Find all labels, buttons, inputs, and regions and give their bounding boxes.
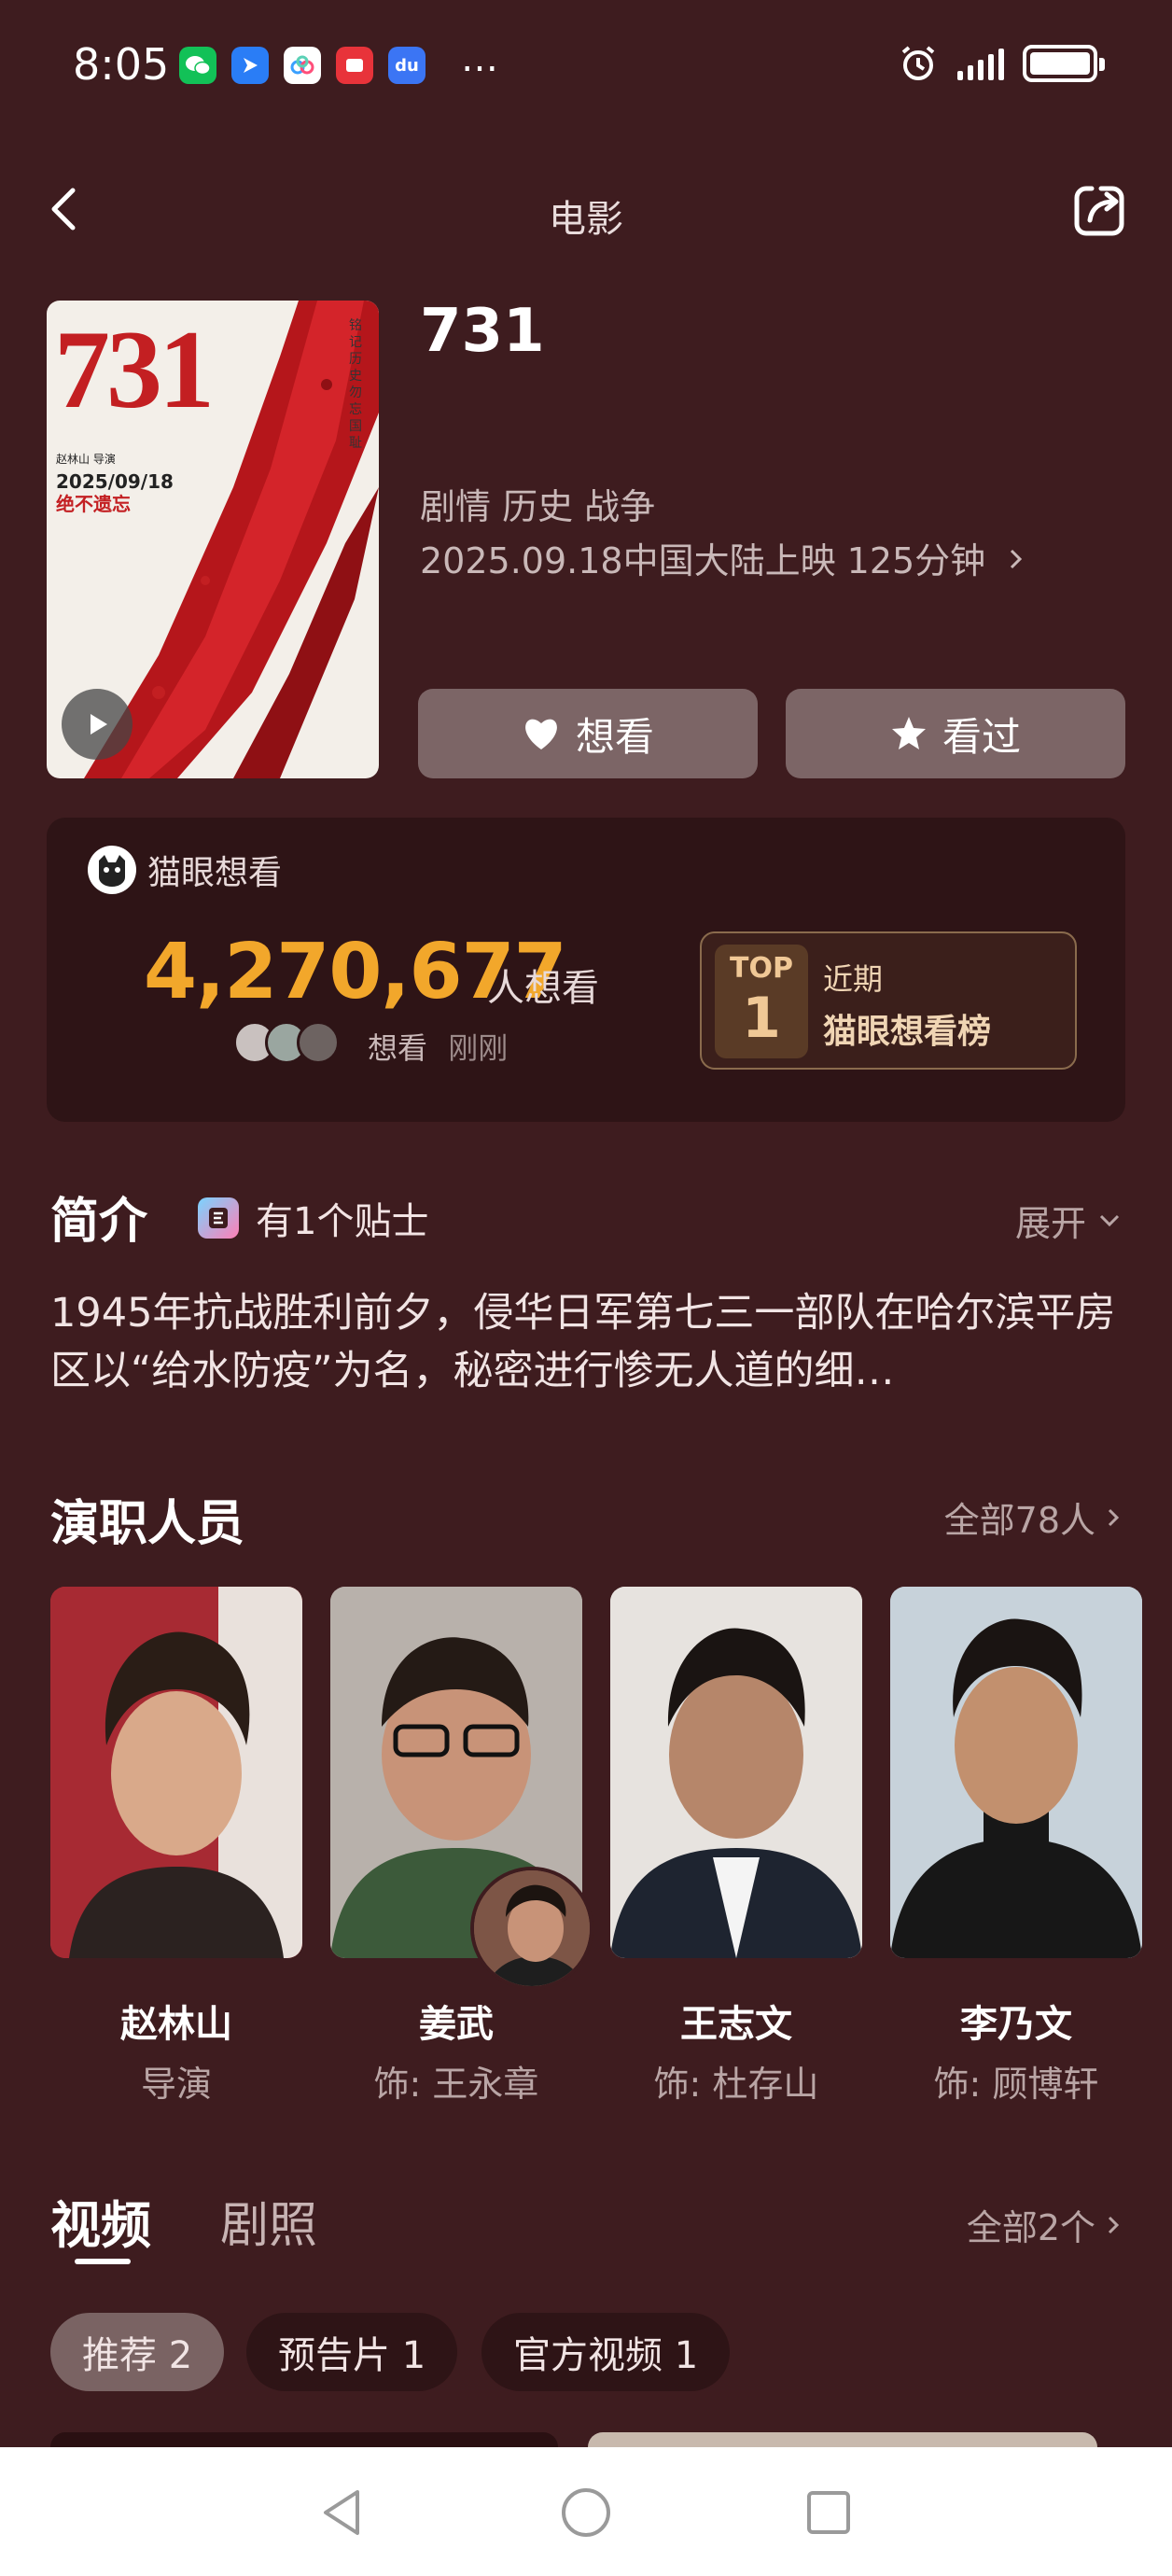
rank-number: 1 bbox=[742, 986, 781, 1051]
play-icon bbox=[91, 714, 107, 735]
share-icon bbox=[1074, 186, 1124, 236]
cast-photo bbox=[610, 1587, 862, 1958]
movie-poster[interactable]: 731 赵林山 导演 2025/09/18 绝不遗忘 铭记历史 勿忘国耻 bbox=[47, 301, 379, 778]
rank-badge-box[interactable]: TOP 1 近期 猫眼想看榜 bbox=[700, 931, 1077, 1070]
chevron-right-icon bbox=[1108, 2216, 1120, 2233]
videos-all-link[interactable]: 全部2个 bbox=[967, 2199, 1123, 2250]
battery-icon bbox=[1023, 45, 1105, 82]
tab-active-indicator bbox=[75, 2259, 131, 2264]
cast-role: 饰: 王永章 bbox=[373, 2064, 539, 2105]
expand-label: 展开 bbox=[1014, 1203, 1086, 1244]
rank-period: 近期 bbox=[823, 961, 884, 997]
heart-icon bbox=[525, 719, 557, 749]
synopsis-title: 简介 bbox=[50, 1194, 148, 1250]
want-to-watch-card: 猫眼想看 4,270,677 人想看 想看 刚刚 TOP 1 近期 猫眼想看榜 bbox=[47, 818, 1125, 1122]
chip-official-video[interactable]: 官方视频 1 bbox=[481, 2313, 731, 2391]
synopsis-text: 1945年抗战胜利前夕，侵华日军第七三一部队在哈尔滨平房区以“给水防疫”为名，秘… bbox=[50, 1290, 1116, 1394]
status-right-icons bbox=[898, 43, 1105, 84]
videos-all-label: 全部2个 bbox=[966, 2207, 1095, 2248]
nav-home-button[interactable] bbox=[549, 2475, 623, 2550]
cast-photo bbox=[50, 1587, 302, 1958]
cast-all-label: 全部78人 bbox=[943, 1500, 1095, 1541]
release-text: 2025.09.18中国大陆上映 125分钟 bbox=[420, 540, 986, 581]
top-nav-bar: 电影 bbox=[0, 168, 1172, 252]
nav-recents-button[interactable] bbox=[791, 2475, 866, 2550]
alarm-icon bbox=[901, 46, 935, 80]
cast-role: 导演 bbox=[140, 2064, 212, 2105]
character-avatar bbox=[470, 1867, 593, 1990]
status-time: 8:05 bbox=[73, 39, 170, 90]
recent-user-avatars bbox=[233, 1021, 340, 1064]
rank-top-label: TOP bbox=[730, 952, 793, 985]
cast-card[interactable]: 王志文 饰: 杜存山 bbox=[610, 1587, 862, 2107]
square-recents-icon bbox=[807, 2491, 850, 2534]
cast-card[interactable]: 姜武 饰: 王永章 bbox=[330, 1587, 582, 2107]
cast-photo bbox=[890, 1587, 1142, 1958]
baidu-icon: du bbox=[388, 47, 426, 84]
share-button[interactable] bbox=[1069, 181, 1129, 241]
system-nav-bar bbox=[0, 2447, 1172, 2576]
status-bar: 8:05 du … bbox=[0, 0, 1172, 131]
chip-recommended[interactable]: 推荐 2 bbox=[50, 2313, 225, 2391]
chevron-down-icon bbox=[1099, 1214, 1120, 1226]
poster-date-block: 赵林山 导演 2025/09/18 绝不遗忘 bbox=[56, 448, 174, 515]
tips-icon bbox=[198, 1197, 239, 1239]
tips-label: 有1个贴士 bbox=[256, 1200, 429, 1243]
poster-date: 2025/09/18 bbox=[56, 470, 174, 493]
watched-button-label: 看过 bbox=[942, 713, 1021, 760]
avatar bbox=[297, 1021, 340, 1064]
poster-director: 赵林山 导演 bbox=[56, 453, 116, 466]
want-source-label: 猫眼想看 bbox=[147, 854, 283, 892]
cast-card[interactable]: 赵林山 导演 bbox=[50, 1587, 302, 2107]
status-more-icon: … bbox=[461, 37, 498, 80]
circle-home-icon bbox=[562, 2488, 610, 2537]
status-app-icons: du bbox=[179, 47, 426, 84]
triangle-back-icon bbox=[324, 2490, 359, 2535]
baidu-netdisk-icon bbox=[284, 47, 321, 84]
cast-name: 姜武 bbox=[419, 2003, 494, 2046]
watched-button[interactable]: 看过 bbox=[786, 689, 1125, 778]
page-title: 电影 bbox=[549, 198, 623, 241]
red-app-icon bbox=[336, 47, 373, 84]
rank-list-name: 猫眼想看榜 bbox=[823, 1013, 992, 1051]
cast-card[interactable]: 李乃文 饰: 顾博轩 bbox=[890, 1587, 1142, 2107]
want-meta-time: 刚刚 bbox=[448, 1030, 509, 1066]
feishu-icon bbox=[231, 47, 269, 84]
movie-release-info[interactable]: 2025.09.18中国大陆上映 125分钟 bbox=[420, 532, 1026, 583]
want-button-label: 想看 bbox=[575, 713, 654, 760]
signal-icon bbox=[957, 47, 1004, 80]
want-unit: 人想看 bbox=[487, 967, 599, 1010]
maoyan-cat-icon bbox=[88, 846, 136, 894]
chevron-right-icon bbox=[1108, 1508, 1120, 1526]
cast-title: 演职人员 bbox=[50, 1496, 245, 1552]
movie-genres: 剧情 历史 战争 bbox=[420, 486, 656, 527]
cast-role: 饰: 顾博轩 bbox=[933, 2064, 1099, 2105]
want-meta-action: 想看 bbox=[368, 1030, 428, 1066]
rank-badge: TOP 1 bbox=[715, 945, 808, 1058]
cast-name: 王志文 bbox=[680, 2003, 792, 2046]
tab-videos[interactable]: 视频 bbox=[50, 2184, 151, 2258]
want-source: 猫眼想看 bbox=[88, 846, 282, 894]
chevron-right-icon bbox=[1011, 549, 1023, 569]
poster-title: 731 bbox=[54, 307, 215, 431]
cast-all-link[interactable]: 全部78人 bbox=[944, 1491, 1123, 1543]
star-icon bbox=[891, 717, 926, 749]
synopsis-expand-button[interactable]: 展开 bbox=[1015, 1195, 1123, 1246]
poster-tagline: 绝不遗忘 bbox=[56, 493, 131, 515]
poster-side-text: 铭记历史 勿忘国耻 bbox=[349, 318, 362, 451]
cast-name: 李乃文 bbox=[960, 2003, 1072, 2046]
movie-title: 731 bbox=[420, 297, 545, 366]
tab-stills[interactable]: 剧照 bbox=[220, 2186, 317, 2256]
chip-trailer[interactable]: 预告片 1 bbox=[246, 2313, 458, 2391]
tips-link[interactable]: 有1个贴士 bbox=[198, 1191, 428, 1245]
want-meta: 想看 刚刚 bbox=[368, 1025, 508, 1068]
trailer-play-button[interactable] bbox=[62, 689, 133, 760]
wechat-icon bbox=[179, 47, 216, 84]
want-to-watch-button[interactable]: 想看 bbox=[418, 689, 758, 778]
nav-back-button[interactable] bbox=[304, 2475, 379, 2550]
cast-name: 赵林山 bbox=[120, 2003, 232, 2046]
cast-role: 饰: 杜存山 bbox=[653, 2064, 819, 2105]
